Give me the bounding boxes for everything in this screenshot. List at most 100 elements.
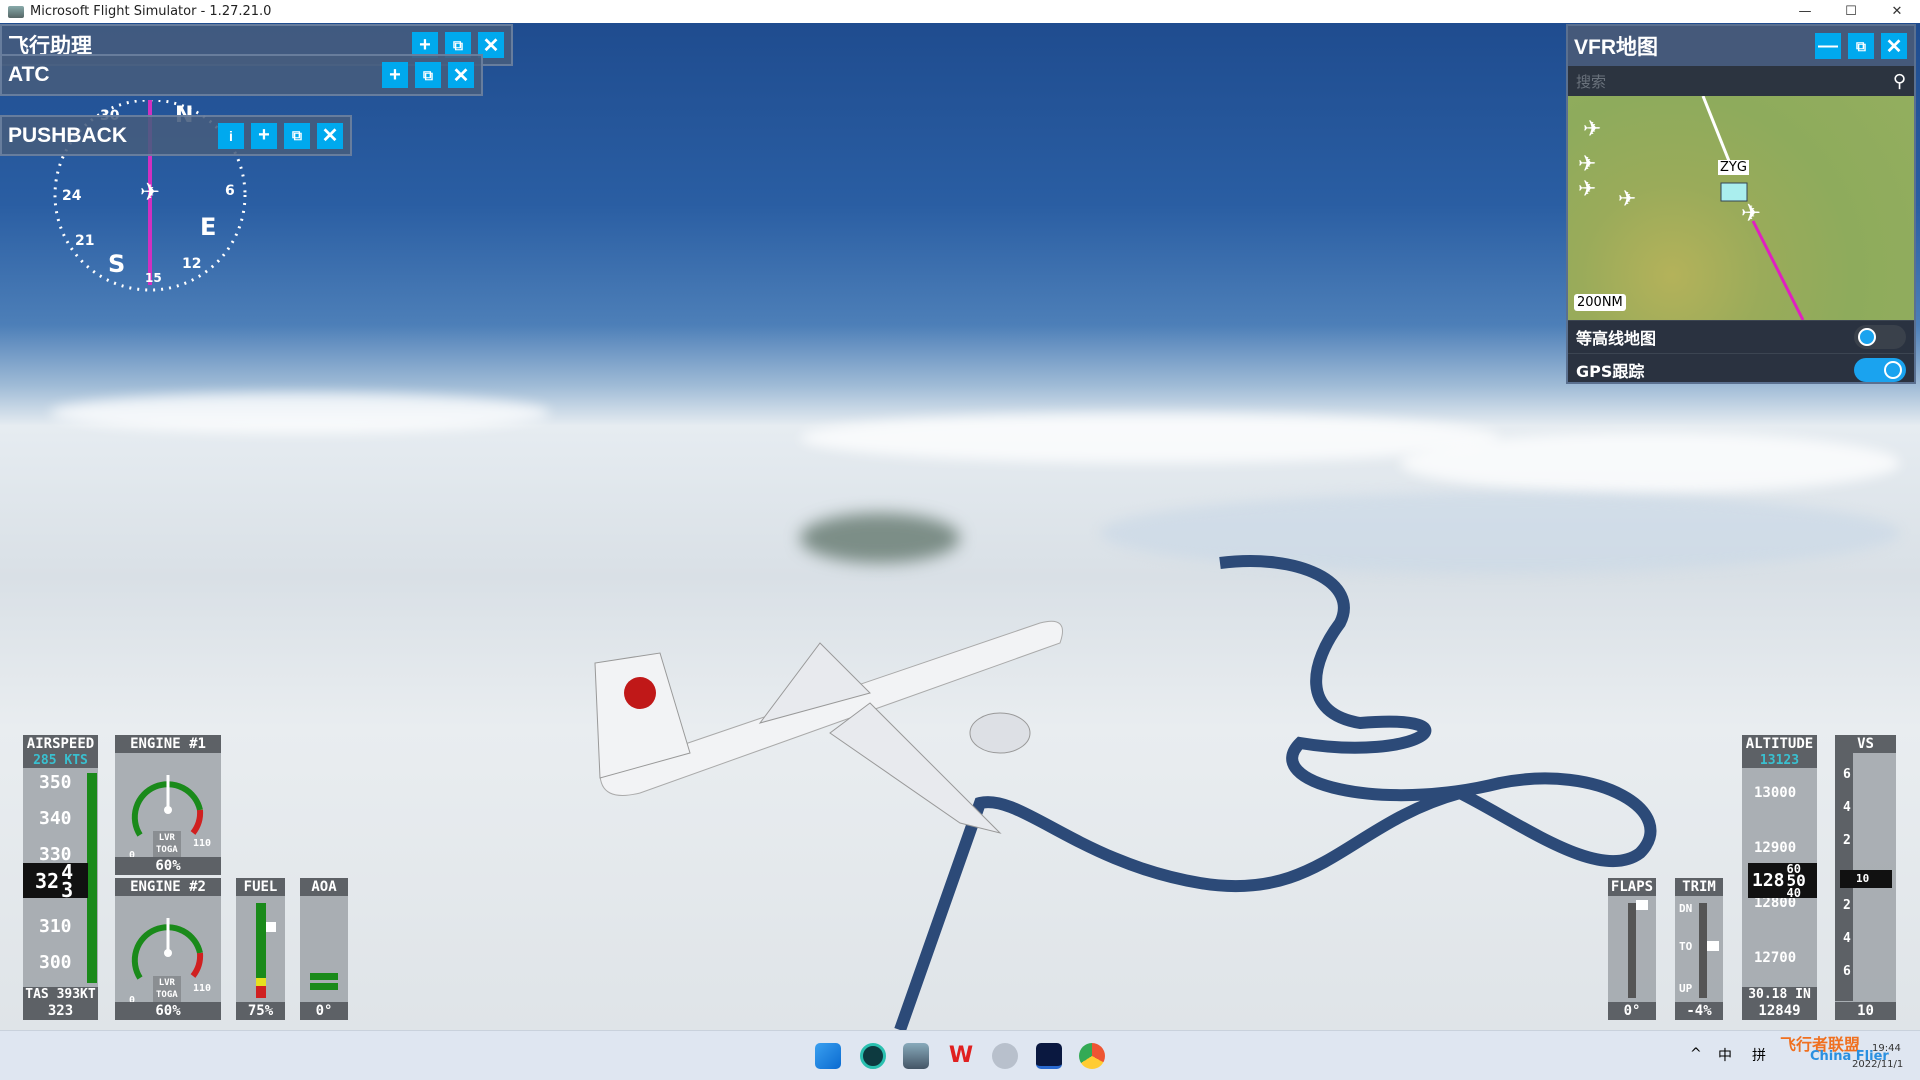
minimize-button[interactable]: —: [1782, 0, 1828, 23]
map-scale: 200NM: [1574, 294, 1626, 311]
gauge-title: AIRSPEED: [23, 735, 98, 753]
flight-sim-icon[interactable]: [903, 1043, 929, 1069]
toggle-label: GPS跟踪: [1576, 362, 1645, 381]
altitude-tick: 12700: [1754, 950, 1797, 966]
close-window-button[interactable]: ✕: [1874, 0, 1920, 23]
window-title: Microsoft Flight Simulator - 1.27.21.0: [30, 4, 272, 19]
aoa-value: 0°: [300, 1002, 348, 1020]
vs-value: 10: [1835, 1002, 1896, 1020]
close-button[interactable]: ✕: [1881, 33, 1907, 59]
baro-setting: 30.18 IN: [1742, 987, 1817, 1002]
contour-map-toggle[interactable]: [1854, 325, 1906, 349]
map-search-input[interactable]: 搜索 ⚲: [1568, 66, 1914, 96]
vfr-map[interactable]: ✈ ✈ ✈ ✈ ✈ ZYG 200NM: [1568, 96, 1914, 320]
thrust-mode: LVR TOGA: [153, 831, 181, 857]
gauge-title: FLAPS: [1608, 878, 1656, 896]
app-icon[interactable]: [992, 1043, 1018, 1069]
start-icon[interactable]: [815, 1043, 841, 1069]
undock-button[interactable]: ⧉: [415, 62, 441, 88]
airport-label: ZYG: [1718, 160, 1749, 175]
maximize-button[interactable]: ☐: [1828, 0, 1874, 23]
ime-mode[interactable]: 拼: [1752, 1045, 1766, 1065]
fuel-gauge: FUEL 75%: [236, 878, 285, 1020]
traffic-plane-icon: ✈: [1618, 187, 1636, 212]
speed-band: [87, 773, 97, 983]
speed-tick: 340: [39, 808, 72, 829]
engine2-gauge: ENGINE #2 0 110 LVR TOGA 60%: [115, 878, 221, 1020]
add-button[interactable]: +: [382, 62, 408, 88]
undock-button[interactable]: ⧉: [1848, 33, 1874, 59]
traffic-plane-icon: ✈: [1578, 177, 1596, 202]
vertical-speed-indicator: VS 6 4 2 2 4 6 10 10: [1835, 735, 1896, 1020]
clock-date[interactable]: 2022/11/1: [1852, 1059, 1903, 1070]
search-placeholder: 搜索: [1576, 72, 1607, 91]
traffic-plane-icon: ✈: [1583, 117, 1601, 142]
current-vs: 10: [1840, 870, 1892, 888]
gauge-title: ENGINE #1: [115, 735, 221, 753]
aoa-gauge: AOA 0°: [300, 878, 348, 1020]
altitude-tick: 12900: [1754, 840, 1797, 856]
engine1-n1: 60%: [115, 857, 221, 875]
flaps-pointer: [1636, 900, 1648, 910]
clock-time[interactable]: 19:44: [1872, 1043, 1901, 1054]
vs-tick: 2: [1843, 898, 1851, 913]
engine1-gauge: ENGINE #1 0 110 LVR TOGA 60%: [115, 735, 221, 875]
close-button[interactable]: ✕: [317, 122, 343, 149]
info-button[interactable]: i: [218, 122, 244, 149]
gauge-title: FUEL: [236, 878, 285, 896]
trim-pointer: [1707, 941, 1719, 951]
gauge-title: TRIM: [1675, 878, 1723, 896]
add-button[interactable]: +: [251, 122, 277, 149]
compass-label: 6: [225, 183, 235, 199]
current-airspeed: 32 43: [23, 862, 88, 900]
vs-tick: 4: [1843, 800, 1851, 815]
chrome-icon[interactable]: [1079, 1043, 1105, 1069]
flaps-value: 0°: [1608, 1002, 1656, 1020]
minimize-button[interactable]: —: [1815, 33, 1841, 59]
trim-gauge: TRIM DN TO UP -4%: [1675, 878, 1723, 1020]
taskbar: W ^ 中 拼 飞行者联盟 China Flier 19:44 2022/11/…: [0, 1030, 1920, 1080]
airspeed-value: 323: [23, 1002, 98, 1020]
toggle-label: 等高线地图: [1576, 329, 1657, 348]
ime-indicator[interactable]: 中: [1718, 1045, 1732, 1065]
vs-tick: 4: [1843, 931, 1851, 946]
fuel-value: 75%: [236, 1002, 285, 1020]
altitude-tick: 13000: [1754, 785, 1797, 801]
panel-title: VFR地图: [1574, 36, 1658, 59]
thrust-mode: LVR TOGA: [153, 976, 181, 1002]
airliner: [594, 620, 1063, 834]
search-icon[interactable]: ⚲: [1893, 71, 1906, 92]
undock-button[interactable]: ⧉: [284, 122, 310, 149]
selected-airspeed: 285 KTS: [23, 753, 98, 768]
gauge-title: ENGINE #2: [115, 878, 221, 896]
gauge-title: ALTITUDE: [1742, 735, 1817, 753]
close-button[interactable]: ✕: [448, 62, 474, 88]
gauge-title: AOA: [300, 878, 348, 896]
speed-tick: 310: [39, 916, 72, 937]
fuel-level-pointer: [266, 921, 276, 932]
panel-title: ATC: [8, 63, 50, 86]
gps-track-row: GPS跟踪: [1568, 353, 1914, 386]
compass-label: S: [108, 250, 125, 278]
gauge-title: VS: [1835, 735, 1896, 753]
app-icon[interactable]: [1036, 1043, 1062, 1069]
window-titlebar: Microsoft Flight Simulator - 1.27.21.0 —…: [0, 0, 1920, 23]
gps-track-toggle[interactable]: [1854, 358, 1906, 382]
compass-label: 12: [182, 256, 201, 272]
compass-label: 15: [145, 271, 162, 285]
compass-label: 24: [62, 188, 82, 204]
vs-tick: 2: [1843, 833, 1851, 848]
wps-icon[interactable]: W: [948, 1043, 974, 1069]
panel-title: PUSHBACK: [8, 123, 128, 147]
altitude-value: 12849: [1742, 1002, 1817, 1020]
app-icon: [8, 5, 24, 18]
aircraft-icon: ✈: [1741, 199, 1761, 227]
app-icon[interactable]: [860, 1043, 886, 1069]
compass-label: E: [200, 213, 216, 241]
vfr-map-panel: VFR地图 — ⧉ ✕ 搜索 ⚲ ✈ ✈ ✈ ✈ ✈ ZYG 200NM 等高线地…: [1566, 24, 1916, 384]
current-altitude: 128 60 50 40: [1748, 863, 1817, 899]
altitude-indicator: ALTITUDE 13123 13000 12900 12800 12700 1…: [1742, 735, 1817, 1020]
tray-expand-icon[interactable]: ^: [1690, 1046, 1702, 1062]
true-airspeed: TAS 393KT: [23, 987, 98, 1002]
engine2-n1: 60%: [115, 1002, 221, 1020]
